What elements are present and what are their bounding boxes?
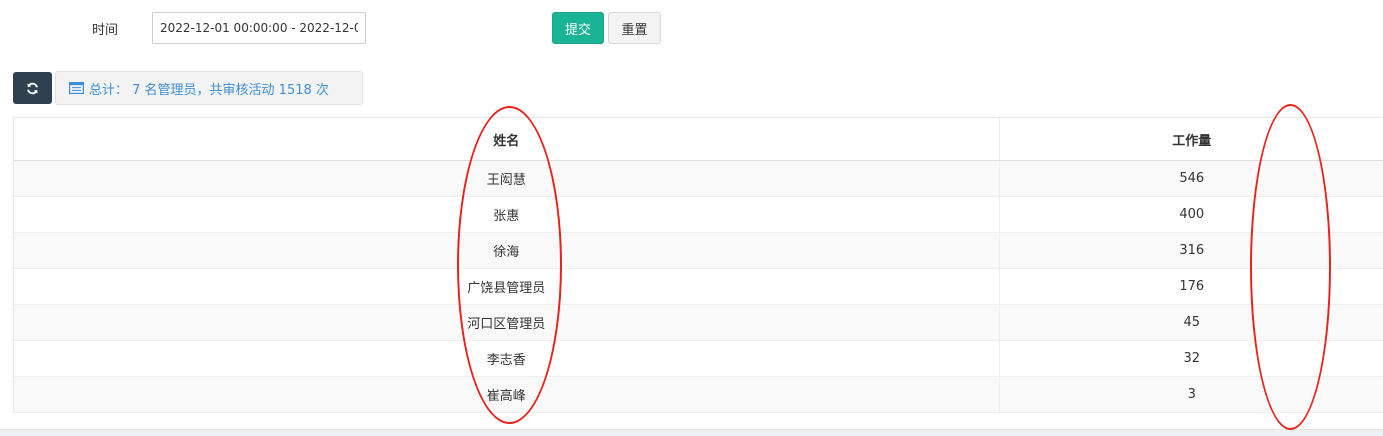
cell-workload: 316: [999, 232, 1383, 269]
workload-table: 姓名 工作量 王闳慧 546 张惠 400 徐海 316 广饶县管理员 176: [13, 117, 1383, 413]
cell-workload: 400: [999, 196, 1383, 233]
cell-workload: 32: [999, 340, 1383, 377]
summary-text: 总计： 7 名管理员，共审核活动 1518 次: [89, 82, 329, 98]
cell-name: 徐海: [14, 232, 1000, 269]
time-label: 时间: [92, 23, 119, 38]
table-row: 王闳慧 546: [14, 160, 1383, 197]
table-row: 张惠 400: [14, 196, 1383, 233]
cell-workload: 45: [999, 304, 1383, 341]
column-header-workload[interactable]: 工作量: [999, 118, 1383, 161]
table-row: 广饶县管理员 176: [14, 268, 1383, 305]
bottom-scroll-area: [0, 429, 1383, 436]
summary-badge: 总计： 7 名管理员，共审核活动 1518 次: [55, 71, 363, 105]
table-row: 李志香 32: [14, 340, 1383, 377]
cell-name: 河口区管理员: [14, 304, 1000, 341]
time-range-input[interactable]: [152, 12, 366, 44]
table-row: 河口区管理员 45: [14, 304, 1383, 341]
column-header-name[interactable]: 姓名: [14, 118, 1000, 161]
cell-workload: 3: [999, 376, 1383, 413]
table-row: 崔高峰 3: [14, 376, 1383, 413]
list-icon: [69, 82, 84, 94]
refresh-icon: [27, 82, 38, 94]
cell-name: 广饶县管理员: [14, 268, 1000, 305]
cell-workload: 176: [999, 268, 1383, 305]
cell-workload: 546: [999, 160, 1383, 197]
submit-button[interactable]: 提交: [552, 12, 604, 44]
refresh-button[interactable]: [13, 72, 52, 104]
table-row: 徐海 316: [14, 232, 1383, 269]
cell-name: 张惠: [14, 196, 1000, 233]
table-header-row: 姓名 工作量: [14, 118, 1383, 161]
cell-name: 崔高峰: [14, 376, 1000, 413]
reset-button[interactable]: 重置: [608, 12, 661, 44]
cell-name: 李志香: [14, 340, 1000, 377]
cell-name: 王闳慧: [14, 160, 1000, 197]
